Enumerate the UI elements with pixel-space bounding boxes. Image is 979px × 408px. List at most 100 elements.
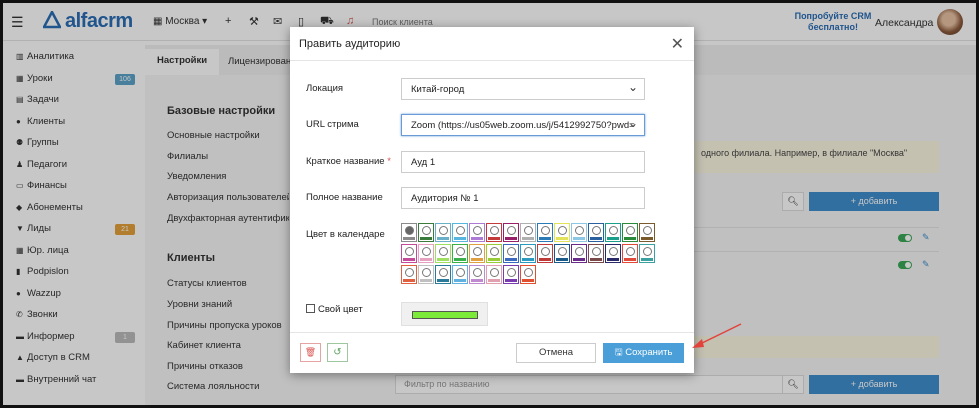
color-swatch[interactable] [401, 244, 417, 263]
radio-icon [609, 247, 618, 256]
radio-icon [558, 247, 567, 256]
own-color-checkbox[interactable]: Свой цвет [306, 304, 363, 315]
color-swatch[interactable] [486, 223, 502, 242]
color-swatch[interactable] [503, 223, 519, 242]
swatch-color-bar [420, 279, 432, 282]
swatch-color-bar [471, 237, 483, 240]
radio-icon [626, 226, 635, 235]
radio-icon [439, 247, 448, 256]
color-swatch[interactable] [622, 244, 638, 263]
color-swatch[interactable] [554, 244, 570, 263]
radio-icon [575, 247, 584, 256]
swatch-color-bar [522, 279, 534, 282]
radio-icon [405, 247, 414, 256]
color-swatch[interactable] [571, 223, 587, 242]
color-swatch[interactable] [486, 265, 502, 284]
color-swatch[interactable] [537, 223, 553, 242]
color-swatch[interactable] [435, 265, 451, 284]
radio-icon [643, 247, 652, 256]
color-swatch[interactable] [418, 223, 434, 242]
radio-icon [422, 247, 431, 256]
swatch-color-bar [471, 279, 483, 282]
annotation-arrow [692, 323, 742, 348]
radio-icon [439, 226, 448, 235]
swatch-color-bar [488, 237, 500, 240]
short-name-label: Краткое название * [306, 156, 391, 167]
cancel-button[interactable]: Отмена [516, 343, 596, 363]
color-swatch[interactable] [452, 223, 468, 242]
swatch-color-bar [607, 237, 619, 240]
color-swatch[interactable] [486, 244, 502, 263]
swatch-color-bar [539, 258, 551, 261]
color-swatch[interactable] [605, 223, 621, 242]
color-swatch[interactable] [520, 223, 536, 242]
stream-url-label: URL стрима [306, 119, 359, 130]
color-swatch[interactable] [469, 265, 485, 284]
radio-icon [609, 226, 618, 235]
color-swatch[interactable] [554, 223, 570, 242]
color-swatch[interactable] [588, 244, 604, 263]
radio-icon [422, 268, 431, 277]
swatch-color-bar [403, 279, 415, 282]
required-marker: * [387, 156, 391, 167]
color-swatch[interactable] [639, 244, 655, 263]
color-swatch[interactable] [520, 265, 536, 284]
swatch-color-bar [556, 258, 568, 261]
trash-icon: 🗑︎ [304, 347, 317, 357]
color-swatch[interactable] [605, 244, 621, 263]
radio-icon [507, 268, 516, 277]
color-swatch[interactable] [435, 244, 451, 263]
stream-url-select[interactable]: Zoom (https://us05web.zoom.us/j/54129927… [401, 114, 645, 136]
restore-button[interactable]: ↺ [327, 343, 348, 362]
radio-icon [558, 226, 567, 235]
color-swatch[interactable] [503, 244, 519, 263]
short-name-input[interactable]: Ауд 1 [401, 151, 645, 173]
dialog-title: Править аудиторию [299, 38, 401, 50]
color-swatch[interactable] [452, 244, 468, 263]
location-select[interactable]: Китай-город [401, 78, 645, 100]
swatch-color-bar [607, 258, 619, 261]
swatch-color-bar [505, 279, 517, 282]
color-swatch[interactable] [469, 244, 485, 263]
swatch-color-bar [488, 258, 500, 261]
color-swatch[interactable] [418, 265, 434, 284]
radio-icon [524, 226, 533, 235]
swatch-color-bar [420, 258, 432, 261]
swatch-color-bar [403, 237, 415, 240]
swatch-color-bar [505, 258, 517, 261]
color-picker[interactable] [401, 302, 488, 326]
color-swatch[interactable] [452, 265, 468, 284]
color-swatch[interactable] [435, 223, 451, 242]
swatch-color-bar [590, 258, 602, 261]
color-swatch[interactable] [469, 223, 485, 242]
color-swatch[interactable] [503, 265, 519, 284]
swatch-color-bar [590, 237, 602, 240]
divider [290, 60, 694, 61]
radio-icon [541, 226, 550, 235]
checkbox-icon[interactable] [306, 304, 315, 313]
color-swatch[interactable] [622, 223, 638, 242]
radio-icon [592, 247, 601, 256]
swatch-color-bar [454, 258, 466, 261]
swatch-color-bar [505, 237, 517, 240]
color-swatch[interactable] [639, 223, 655, 242]
close-icon[interactable]: ✕ [671, 34, 684, 54]
full-name-input[interactable]: Аудитория № 1 [401, 187, 645, 209]
color-swatch[interactable] [520, 244, 536, 263]
color-swatch[interactable] [571, 244, 587, 263]
radio-icon [473, 268, 482, 277]
color-swatch[interactable] [401, 223, 417, 242]
radio-icon [456, 268, 465, 277]
delete-button[interactable]: 🗑︎ [300, 343, 321, 362]
save-button[interactable]: 🖫︎ Сохранить [603, 343, 684, 363]
color-swatch[interactable] [588, 223, 604, 242]
swatch-color-bar [641, 237, 653, 240]
swatch-color-bar [522, 237, 534, 240]
radio-icon [405, 226, 414, 235]
swatch-color-bar [403, 258, 415, 261]
color-swatch[interactable] [418, 244, 434, 263]
color-swatch[interactable] [537, 244, 553, 263]
color-swatch[interactable] [401, 265, 417, 284]
swatch-color-bar [641, 258, 653, 261]
swatch-color-bar [539, 237, 551, 240]
